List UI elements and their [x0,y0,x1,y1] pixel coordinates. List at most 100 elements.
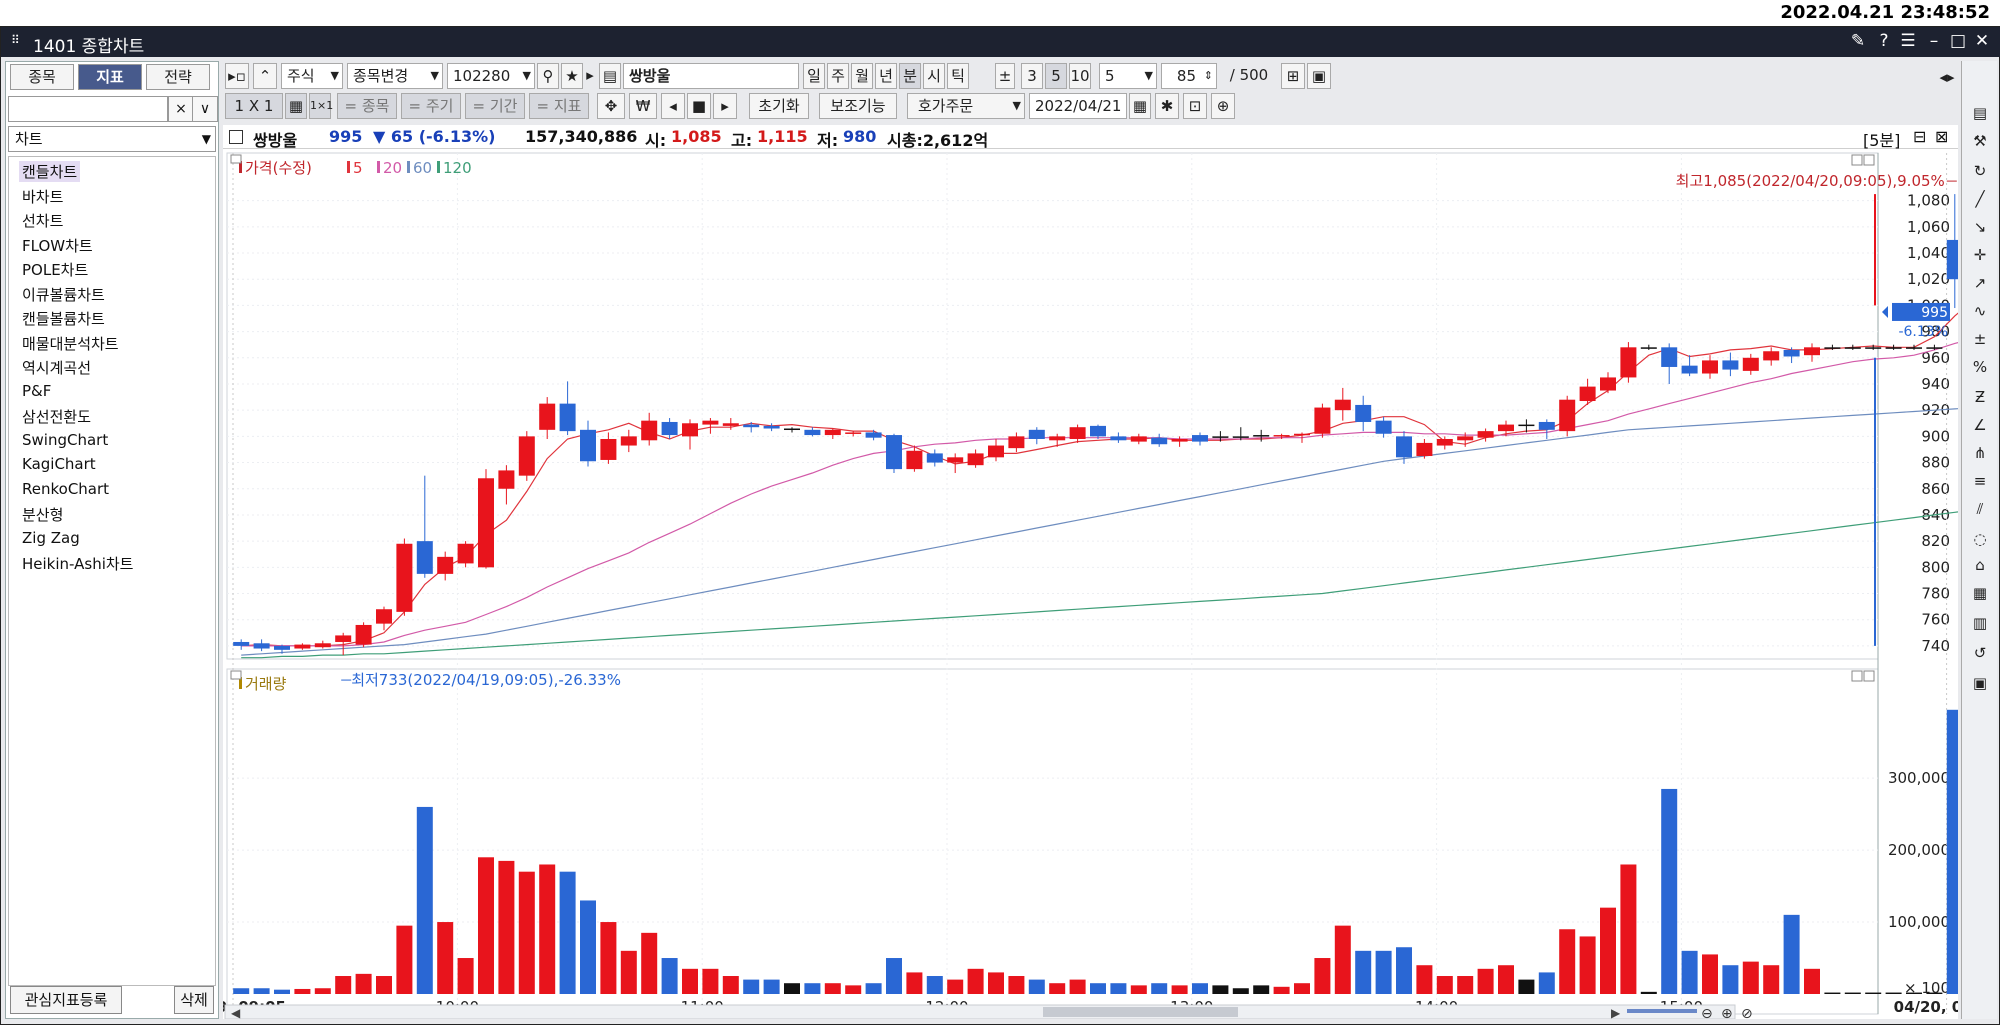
won-icon[interactable]: ₩ [629,93,657,119]
chart-type-item[interactable]: 캔들차트 [19,161,81,182]
prev-icon[interactable]: ◂ [661,93,685,119]
volume-bar[interactable] [845,985,862,994]
minute-preset-button[interactable]: 3 [1021,63,1043,89]
volume-bar[interactable] [1620,864,1637,994]
panel-handle-icon[interactable] [230,670,242,680]
volume-bar[interactable] [1722,965,1739,994]
chart-type-item[interactable]: Heikin-Ashi차트 [19,553,136,574]
volume-bar[interactable] [396,925,413,994]
volume-bar[interactable] [886,958,902,994]
volume-bar[interactable] [274,989,290,994]
panel-handle-icon[interactable] [230,154,242,164]
scroll-right-icon[interactable]: ▶ [1611,1006,1621,1019]
fibonacci-icon[interactable]: ≡ [1966,469,1994,493]
volume-bar[interactable] [1702,954,1718,994]
candle-body[interactable] [314,643,331,648]
candle-body[interactable] [988,445,1004,458]
pin-icon[interactable]: ✎ [1847,30,1869,52]
volume-bar[interactable] [498,860,515,994]
candle-body[interactable] [661,421,678,436]
chart-type-item[interactable]: RenkoChart [19,480,112,498]
volume-bar[interactable] [559,871,576,994]
candle-body[interactable] [1538,421,1555,430]
volume-bar[interactable] [457,958,474,994]
volume-bar[interactable] [416,806,433,994]
candle-body[interactable] [1844,347,1861,349]
volume-bar[interactable] [335,976,352,994]
maximize-icon[interactable]: □ [1947,30,1969,52]
zoom-slider[interactable] [1627,1009,1697,1013]
candle-body[interactable] [498,470,515,489]
volume-bar[interactable] [1559,929,1576,994]
volume-bar[interactable] [988,972,1004,994]
volume-bar[interactable] [1844,992,1861,994]
volume-bar[interactable] [1640,991,1657,994]
zoom-in-icon[interactable]: ⊕ [1721,1006,1733,1019]
candle-body[interactable] [865,432,882,438]
percent-icon[interactable]: % [1966,355,1994,379]
candle-body[interactable] [416,541,433,574]
period-button[interactable]: 년 [875,63,897,89]
volume-bar[interactable] [1069,979,1086,994]
candle-body[interactable] [1130,436,1147,442]
volume-bar[interactable] [518,871,535,994]
candle-body[interactable] [1600,377,1616,391]
volume-bar[interactable] [437,922,454,994]
volume-bar[interactable] [743,979,760,994]
volume-bar[interactable] [1885,992,1902,994]
filter-tool-button[interactable]: = 종목 [337,93,397,119]
candle-body[interactable] [1579,386,1596,402]
volume-bar[interactable] [926,976,943,994]
volume-bar[interactable] [1314,958,1331,994]
count-stepper[interactable]: 85 ⇕ [1161,63,1217,89]
volume-bar[interactable] [1804,968,1820,994]
volume-bar[interactable] [1518,979,1535,994]
candle-body[interactable] [1946,239,1958,280]
chart-type-item[interactable]: SwingChart [19,431,111,449]
plus-minus-icon[interactable]: ± [1966,327,1994,351]
candle-body[interactable] [722,423,739,426]
star-icon[interactable]: ★ [561,63,583,89]
candle-body[interactable] [702,420,719,425]
candle-body[interactable] [1253,435,1270,437]
volume-bar[interactable] [784,983,800,994]
volume-bar[interactable] [1926,992,1943,994]
candle-body[interactable] [1865,347,1882,349]
volume-bar[interactable] [1436,976,1453,994]
search-dropdown-icon[interactable]: ∨ [192,96,218,122]
candle-body[interactable] [620,436,637,446]
candle-body[interactable] [1477,431,1494,438]
angle-icon[interactable]: ∠ [1966,413,1994,437]
volume-bar[interactable] [1028,979,1045,994]
chart-type-item[interactable]: P&F [19,382,54,400]
candle-body[interactable] [1742,357,1759,371]
cycle-icon[interactable]: ◌ [1966,527,1994,551]
volume-bar[interactable] [1865,992,1882,994]
candle-body[interactable] [580,429,596,462]
candle-body[interactable] [1640,347,1657,349]
candle-body[interactable] [294,644,311,649]
volume-bar[interactable] [722,976,739,994]
candle-body[interactable] [1763,351,1780,361]
candle-body[interactable] [1232,436,1249,438]
chart-type-item[interactable]: 매물대분석차트 [19,333,122,354]
scroll-left-icon[interactable]: ◀ [231,1006,241,1019]
volume-bar[interactable] [233,988,250,994]
candle-body[interactable] [437,556,454,574]
chart-type-item[interactable]: 캔들볼륨차트 [19,308,108,329]
volume-bar[interactable] [580,900,596,994]
fan-icon[interactable]: ⋔ [1966,441,1994,465]
grid-icon[interactable]: ▦ [285,93,307,119]
layout-button[interactable]: 1 X 1 [225,93,283,119]
reset-button[interactable]: 초기화 [749,93,809,119]
candle-body[interactable] [1620,347,1637,378]
candle-body[interactable] [886,435,902,470]
volume-bar[interactable] [600,922,617,994]
candle-body[interactable] [1457,436,1474,441]
move-icon[interactable]: ✥ [597,93,625,119]
candle-body[interactable] [233,641,250,646]
volume-bar[interactable] [1355,950,1372,994]
volume-bar[interactable] [620,950,637,994]
volume-bar[interactable] [1579,936,1596,994]
candle-body[interactable] [539,403,556,430]
